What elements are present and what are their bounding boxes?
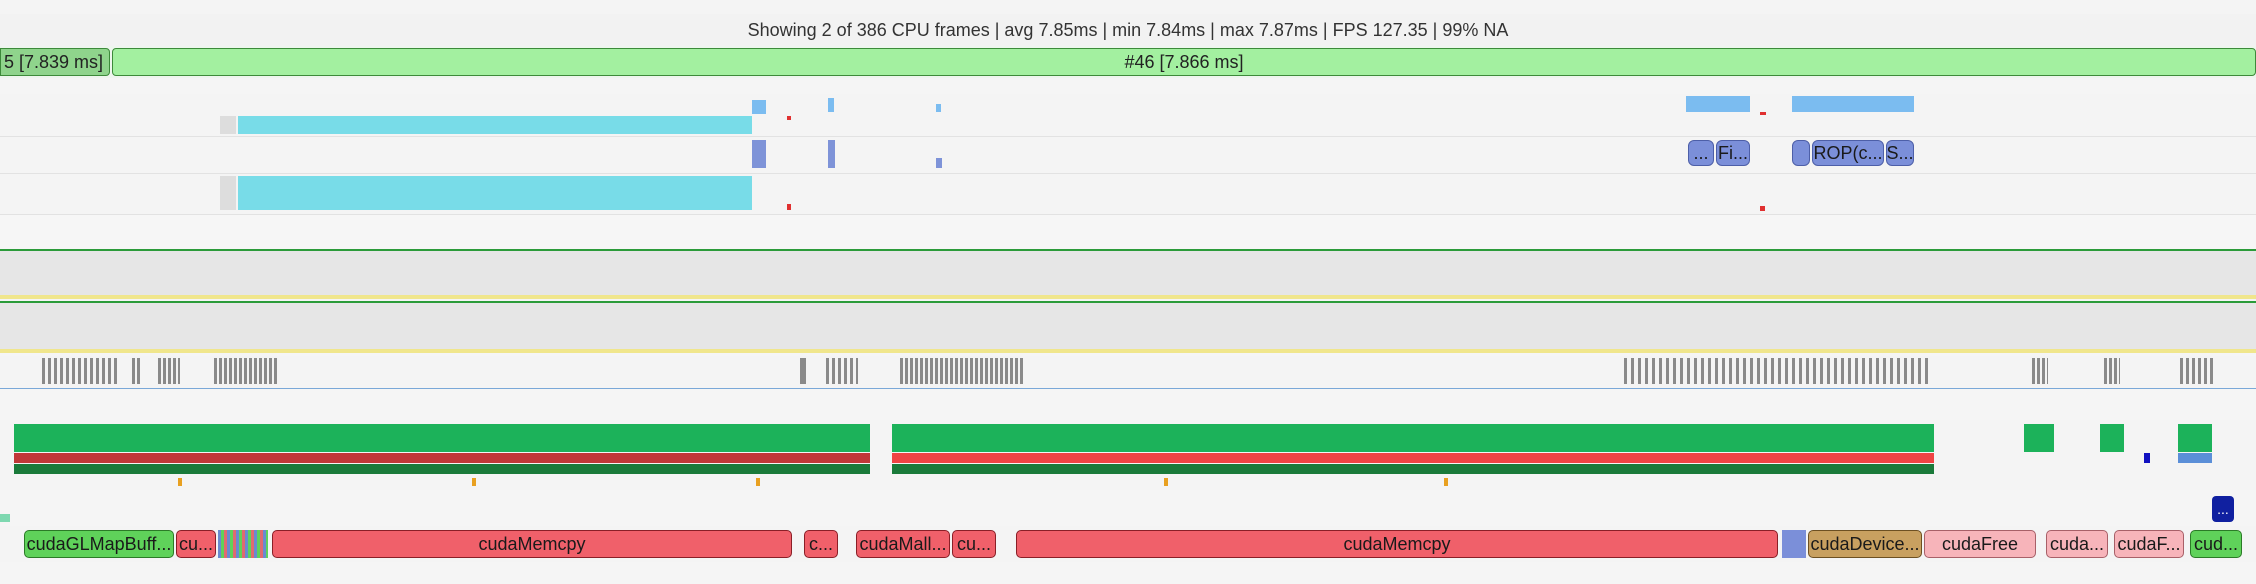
gpu-range-pill[interactable]: ROP(c... (1812, 140, 1884, 166)
cuda-api-call[interactable]: cudaMall... (856, 530, 950, 558)
marker (756, 478, 760, 486)
gpu-range-pill[interactable]: Fi... (1716, 140, 1750, 166)
metric-spike (752, 100, 766, 114)
metric-red-marker (1760, 206, 1765, 211)
cuda-api-call[interactable]: c... (804, 530, 838, 558)
cuda-api-label: cudaF... (2117, 533, 2181, 554)
kernel-block (892, 464, 1934, 474)
gpu-range-pill[interactable]: S... (1886, 140, 1914, 166)
metric-red-marker (787, 116, 791, 120)
cuda-api-call[interactable]: cudaGLMapBuff... (24, 530, 174, 558)
cuda-api-label: cud... (2193, 533, 2239, 554)
kernel-block (14, 464, 870, 474)
badge-label: ... (2217, 501, 2229, 517)
metric-red-marker (787, 204, 791, 210)
gpu-range-pill[interactable] (1792, 140, 1810, 166)
thread-ticks (2032, 358, 2048, 384)
marker (472, 478, 476, 486)
cuda-api-call[interactable]: cudaFree (1924, 530, 2036, 558)
thread-ticks (800, 358, 806, 384)
kernel-block (2178, 453, 2212, 463)
metric-spike (936, 104, 941, 112)
kernel-block (2178, 424, 2212, 452)
frames-status-bar: Showing 2 of 386 CPU frames | avg 7.85ms… (0, 14, 2256, 47)
gpu-range-label: Fi... (1718, 142, 1748, 163)
thread-ticks (900, 358, 1024, 384)
kernel-block (892, 424, 1934, 452)
gpu-range-label: ... (1693, 142, 1709, 163)
thread-ticks (214, 358, 278, 384)
cuda-api-call[interactable]: cudaF... (2114, 530, 2184, 558)
frame-label-prev: 5 [7.839 ms] (3, 51, 103, 72)
cuda-api-label: cuda... (2049, 533, 2105, 554)
thread-ticks (826, 358, 858, 384)
metric-cyan-fill (238, 176, 752, 210)
thread-ticks (2104, 358, 2120, 384)
kernel-block (14, 424, 870, 452)
kernel-block (892, 453, 1934, 463)
process-lane-1 (0, 251, 2256, 299)
gpu-range-bar (828, 140, 835, 168)
metric-cyan-fill (238, 116, 752, 134)
cuda-api-call[interactable]: cu... (952, 530, 996, 558)
metric-gray-block (220, 176, 236, 210)
empty-lane (0, 215, 2256, 251)
thread-ticks (1624, 358, 1932, 384)
cuda-api-call[interactable]: cudaMemcpy (1016, 530, 1778, 558)
gpu-range-pill[interactable]: ... (1688, 140, 1714, 166)
frames-summary-text: Showing 2 of 386 CPU frames | avg 7.85ms… (747, 19, 1509, 40)
gpu-range-bar (936, 158, 942, 168)
gpu-metric-lane-2 (0, 137, 2256, 174)
cuda-api-call[interactable]: cu... (176, 530, 216, 558)
marker-lane (0, 476, 2256, 490)
kernel-block (2144, 453, 2150, 463)
marker (178, 478, 182, 486)
cuda-api-label: cudaDevice... (1810, 533, 1920, 554)
cuda-api-label: cu... (178, 533, 213, 554)
frame-label-current: #46 [7.866 ms] (1124, 51, 1244, 72)
gpu-range-label: ROP(c... (1813, 142, 1883, 163)
thread-ticks (42, 358, 118, 384)
collapsed-badge[interactable]: ... (2212, 496, 2234, 522)
frame-block-prev[interactable]: 5 [7.839 ms] (0, 48, 110, 76)
process-lane-2 (0, 301, 2256, 353)
metric-red-marker (1760, 112, 1766, 115)
cuda-api-label: cudaGLMapBuff... (26, 533, 172, 554)
cuda-api-label: cudaMemcpy (478, 533, 586, 554)
metric-gray-block (220, 116, 236, 134)
marker (1444, 478, 1448, 486)
kernel-block (2024, 424, 2054, 452)
cuda-api-call[interactable]: cudaDevice... (1808, 530, 1922, 558)
metric-block (1792, 96, 1914, 112)
cuda-api-label: cudaMemcpy (1343, 533, 1451, 554)
cuda-api-label: c... (808, 533, 833, 554)
cuda-api-label: cu... (956, 533, 991, 554)
thread-ticks (2180, 358, 2216, 384)
metric-spike (828, 98, 834, 112)
kernel-block (14, 453, 870, 463)
frame-block-current[interactable]: #46 [7.866 ms] (112, 48, 2256, 76)
cuda-api-call[interactable]: cudaMemcpy (272, 530, 792, 558)
cuda-api-call[interactable]: cud... (2190, 530, 2242, 558)
kernel-block (2100, 424, 2124, 452)
cuda-api-label: cudaFree (1941, 533, 2019, 554)
gpu-range-label: S... (1886, 142, 1914, 163)
cuda-api-mini-calls (218, 530, 268, 558)
marker (1164, 478, 1168, 486)
gpu-range-bar (752, 140, 766, 168)
metric-block (1686, 96, 1750, 112)
tiny-marker (0, 514, 10, 522)
top-track-remnant (0, 0, 2256, 15)
cuda-api-label: cudaMall... (859, 533, 947, 554)
cuda-api-mini-calls (1782, 530, 1806, 558)
cuda-api-call[interactable]: cuda... (2046, 530, 2108, 558)
thread-ticks (132, 358, 140, 384)
thread-ticks (158, 358, 180, 384)
